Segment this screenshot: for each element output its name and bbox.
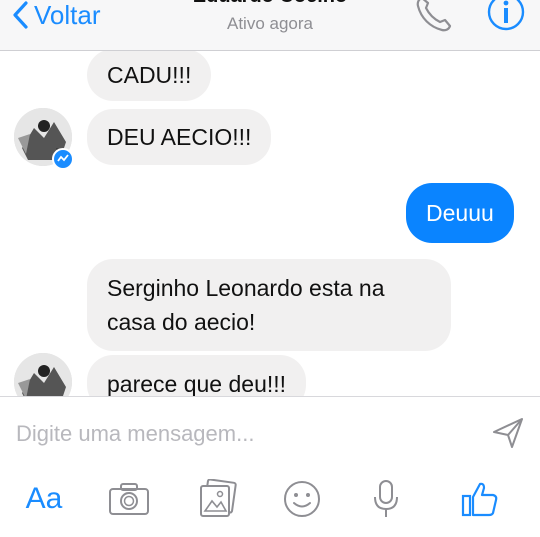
send-icon[interactable] [490,415,526,451]
message-list[interactable]: CADU!!! DEU AECIO!!! Deuuu Serginho Leon… [0,51,540,396]
voice-button[interactable] [370,477,402,521]
message-bubble-incoming[interactable]: CADU!!! [87,51,212,101]
aa-label: Aa [25,482,63,515]
message-text: CADU!!! [107,62,192,88]
avatar[interactable] [14,353,72,396]
info-icon[interactable] [486,0,526,32]
camera-button[interactable] [106,477,152,521]
message-input[interactable] [14,411,478,457]
message-text: DEU AECIO!!! [107,124,252,150]
active-status: Ativo agora [227,14,313,33]
gallery-button[interactable] [196,477,240,521]
message-bubble-outgoing[interactable]: Deuuu [406,183,514,243]
smiley-icon [284,481,320,517]
photo-gallery-icon [200,479,237,517]
message-bubble-incoming[interactable]: DEU AECIO!!! [87,109,272,165]
phone-icon[interactable] [412,0,454,36]
like-button[interactable] [460,477,500,521]
message-bubble-incoming[interactable]: Serginho Leonardo esta na casa do aecio! [87,259,451,351]
contact-photo [14,353,72,396]
contact-name[interactable]: Eduardo Cocino [0,0,540,8]
composer: Aa [0,396,540,537]
camera-icon [109,483,149,515]
message-text-line: Serginho Leonardo esta na [107,275,385,301]
sticker-button[interactable] [280,477,324,521]
microphone-icon [374,480,398,517]
conversation-header: Voltar Eduardo Cocino Ativo agora [0,0,540,51]
message-text: Deuuu [426,200,494,226]
text-format-button[interactable]: Aa [20,477,68,521]
message-text: parece que deu!!! [107,371,287,396]
thumbs-up-icon [461,482,498,517]
message-bubble-incoming[interactable]: parece que deu!!! [87,355,307,396]
messenger-badge-icon [52,148,74,170]
message-text-line: casa do aecio! [107,309,256,335]
